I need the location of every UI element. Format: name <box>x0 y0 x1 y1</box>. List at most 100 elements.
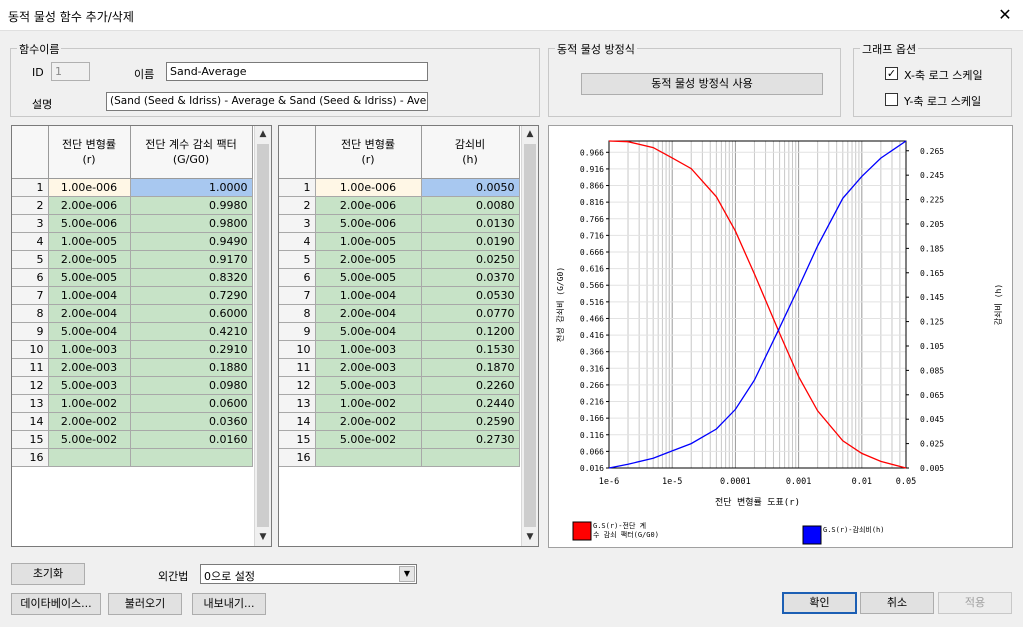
value-cell[interactable]: 0.2730 <box>421 430 520 449</box>
value-cell[interactable]: 0.9490 <box>130 232 253 251</box>
strain-cell[interactable]: 1.00e-004 <box>315 286 422 305</box>
table-row[interactable]: 9 5.00e-004 0.4210 <box>12 322 253 341</box>
description-field[interactable]: (Sand (Seed & Idriss) - Average & Sand (… <box>106 92 428 111</box>
table-row[interactable]: 2 2.00e-006 0.9980 <box>12 196 253 215</box>
value-cell[interactable]: 0.2440 <box>421 394 520 413</box>
gg0-table[interactable]: 전단 변형률 (r) 전단 계수 감쇠 팩터 (G/G0) 1 1.00e-006… <box>11 125 272 547</box>
chevron-down-icon[interactable]: ▼ <box>399 566 415 582</box>
value-cell[interactable] <box>421 448 520 467</box>
strain-cell[interactable]: 2.00e-002 <box>315 412 422 431</box>
cancel-button[interactable]: 취소 <box>860 592 934 614</box>
table-row[interactable]: 5 2.00e-005 0.9170 <box>12 250 253 269</box>
strain-cell[interactable]: 5.00e-005 <box>48 268 131 287</box>
y-log-checkbox-box[interactable] <box>885 93 898 106</box>
strain-cell[interactable]: 1.00e-004 <box>48 286 131 305</box>
gg0-table-scrollbar[interactable]: ▲ ▼ <box>254 126 271 546</box>
x-log-checkbox[interactable]: ✓ X-축 로그 스케일 <box>885 67 1005 82</box>
strain-column-header[interactable]: 전단 변형률 (r) <box>48 126 131 179</box>
table-row[interactable]: 5 2.00e-005 0.0250 <box>279 250 520 269</box>
y-log-checkbox[interactable]: Y-축 로그 스케일 <box>885 93 1005 108</box>
table-row[interactable]: 15 5.00e-002 0.0160 <box>12 430 253 449</box>
id-field[interactable]: 1 <box>51 62 90 81</box>
strain-cell[interactable]: 2.00e-004 <box>315 304 422 323</box>
value-cell[interactable]: 0.0190 <box>421 232 520 251</box>
table-row[interactable]: 1 1.00e-006 0.0050 <box>279 178 520 197</box>
value-cell[interactable]: 0.1200 <box>421 322 520 341</box>
table-row[interactable]: 4 1.00e-005 0.9490 <box>12 232 253 251</box>
value-cell[interactable]: 0.0600 <box>130 394 253 413</box>
value-cell[interactable]: 0.9170 <box>130 250 253 269</box>
table-row[interactable]: 10 1.00e-003 0.1530 <box>279 340 520 359</box>
table-row[interactable]: 16 <box>12 448 253 467</box>
value-cell[interactable] <box>130 448 253 467</box>
reset-button[interactable]: 초기화 <box>11 563 85 585</box>
scroll-up-icon[interactable]: ▲ <box>255 126 271 143</box>
scroll-thumb[interactable] <box>257 144 269 527</box>
value-cell[interactable]: 0.1530 <box>421 340 520 359</box>
table-row[interactable]: 15 5.00e-002 0.2730 <box>279 430 520 449</box>
value-cell[interactable]: 0.2910 <box>130 340 253 359</box>
damping-table[interactable]: 전단 변형률 (r) 감쇠비 (h) 1 1.00e-006 0.0050 2 2.00… <box>278 125 539 547</box>
table-row[interactable]: 13 1.00e-002 0.0600 <box>12 394 253 413</box>
value-cell[interactable]: 0.0530 <box>421 286 520 305</box>
table-row[interactable]: 14 2.00e-002 0.0360 <box>12 412 253 431</box>
strain-cell[interactable]: 5.00e-006 <box>48 214 131 233</box>
table-row[interactable]: 16 <box>279 448 520 467</box>
value-cell[interactable]: 0.7290 <box>130 286 253 305</box>
strain-cell[interactable]: 2.00e-002 <box>48 412 131 431</box>
strain-cell[interactable]: 5.00e-005 <box>315 268 422 287</box>
strain-cell[interactable]: 5.00e-003 <box>315 376 422 395</box>
table-row[interactable]: 11 2.00e-003 0.1870 <box>279 358 520 377</box>
strain-cell[interactable]: 2.00e-006 <box>315 196 422 215</box>
table-row[interactable]: 1 1.00e-006 1.0000 <box>12 178 253 197</box>
table-row[interactable]: 12 5.00e-003 0.2260 <box>279 376 520 395</box>
load-button[interactable]: 불러오기 <box>108 593 182 615</box>
value-cell[interactable]: 0.4210 <box>130 322 253 341</box>
table-row[interactable]: 3 5.00e-006 0.9800 <box>12 214 253 233</box>
strain-cell[interactable]: 2.00e-006 <box>48 196 131 215</box>
strain-cell[interactable]: 5.00e-004 <box>315 322 422 341</box>
strain-cell[interactable]: 1.00e-006 <box>48 178 131 197</box>
value-cell[interactable]: 0.0050 <box>421 178 520 197</box>
damping-table-scrollbar[interactable]: ▲ ▼ <box>521 126 538 546</box>
strain-cell[interactable]: 1.00e-005 <box>48 232 131 251</box>
value-cell[interactable]: 0.1870 <box>421 358 520 377</box>
value-cell[interactable]: 0.8320 <box>130 268 253 287</box>
interpolation-select[interactable]: 0으로 설정 ▼ <box>200 564 417 584</box>
table-row[interactable]: 2 2.00e-006 0.0080 <box>279 196 520 215</box>
strain-cell[interactable]: 1.00e-003 <box>48 340 131 359</box>
apply-button[interactable]: 적용 <box>938 592 1012 614</box>
value-cell[interactable]: 0.6000 <box>130 304 253 323</box>
value-cell[interactable]: 0.2590 <box>421 412 520 431</box>
use-equation-button[interactable]: 동적 물성 방정식 사용 <box>581 73 823 95</box>
strain-cell[interactable]: 2.00e-005 <box>48 250 131 269</box>
name-field[interactable]: Sand-Average <box>166 62 428 81</box>
table-row[interactable]: 6 5.00e-005 0.0370 <box>279 268 520 287</box>
value-cell[interactable]: 0.0160 <box>130 430 253 449</box>
table-row[interactable]: 4 1.00e-005 0.0190 <box>279 232 520 251</box>
value-cell[interactable]: 0.0770 <box>421 304 520 323</box>
value-cell[interactable]: 0.9980 <box>130 196 253 215</box>
table-row[interactable]: 7 1.00e-004 0.7290 <box>12 286 253 305</box>
export-button[interactable]: 내보내기... <box>192 593 266 615</box>
strain-cell[interactable]: 5.00e-004 <box>48 322 131 341</box>
table-row[interactable]: 9 5.00e-004 0.1200 <box>279 322 520 341</box>
table-row[interactable]: 8 2.00e-004 0.6000 <box>12 304 253 323</box>
strain-cell[interactable] <box>315 448 422 467</box>
value-cell[interactable]: 0.9800 <box>130 214 253 233</box>
scroll-down-icon[interactable]: ▼ <box>255 529 271 546</box>
table-row[interactable]: 14 2.00e-002 0.2590 <box>279 412 520 431</box>
value-cell[interactable]: 0.0130 <box>421 214 520 233</box>
table-row[interactable]: 12 5.00e-003 0.0980 <box>12 376 253 395</box>
strain-cell[interactable]: 1.00e-006 <box>315 178 422 197</box>
strain-cell[interactable]: 5.00e-003 <box>48 376 131 395</box>
strain-cell[interactable] <box>48 448 131 467</box>
strain-cell[interactable]: 5.00e-002 <box>48 430 131 449</box>
value-cell[interactable]: 1.0000 <box>130 178 253 197</box>
strain-cell[interactable]: 2.00e-003 <box>315 358 422 377</box>
value-cell[interactable]: 0.0980 <box>130 376 253 395</box>
strain-column-header[interactable]: 전단 변형률 (r) <box>315 126 422 179</box>
scroll-up-icon[interactable]: ▲ <box>522 126 538 143</box>
strain-cell[interactable]: 2.00e-004 <box>48 304 131 323</box>
gg0-column-header[interactable]: 전단 계수 감쇠 팩터 (G/G0) <box>130 126 253 179</box>
